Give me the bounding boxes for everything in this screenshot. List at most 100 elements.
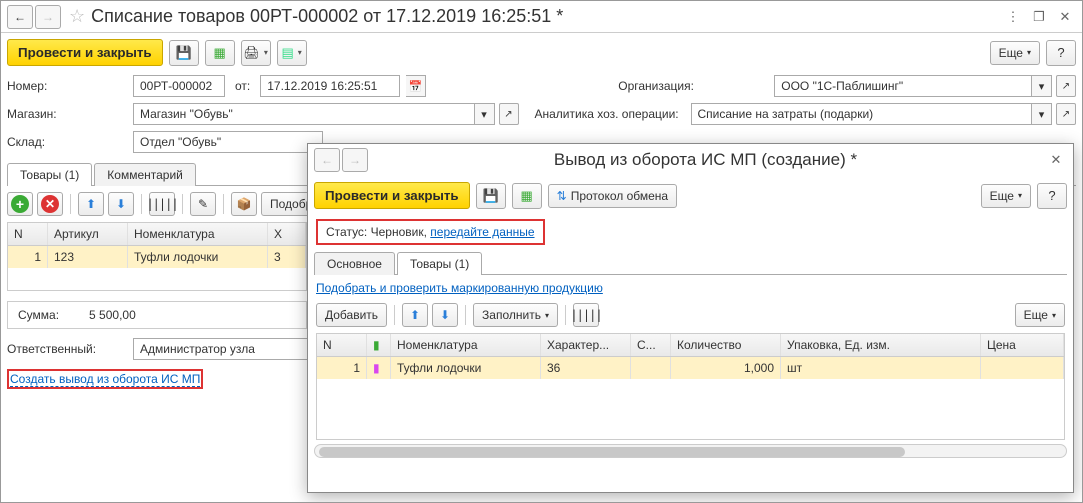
store-field[interactable]: Магазин "Обувь" (133, 103, 475, 125)
sum-label: Сумма: (18, 308, 59, 322)
dcol-s[interactable]: С... (631, 334, 671, 356)
nav-back-button[interactable]: ← (7, 5, 33, 29)
scrollbar-thumb[interactable] (319, 447, 905, 457)
dlg-table: N ▮ Номенклатура Характер... С... Количе… (316, 333, 1065, 440)
h-scrollbar[interactable] (314, 444, 1067, 458)
table-row[interactable]: 1 123 Туфли лодочки 3 (8, 246, 306, 268)
dlg-table-row[interactable]: 1 ▮ Туфли лодочки 36 1,000 шт (317, 357, 1064, 379)
status-row: Статус: Черновик, передайте данные (316, 219, 545, 245)
main-window: ← → ☆ Списание товаров 00РТ-000002 от 17… (0, 0, 1083, 503)
dcol-pack[interactable]: Упаковка, Ед. изм. (781, 334, 981, 356)
analytic-open-button[interactable]: ↗ (1056, 103, 1076, 125)
items-table-header: N Артикул Номенклатура Х (8, 223, 306, 246)
dlg-table-header: N ▮ Номенклатура Характер... С... Количе… (317, 334, 1064, 357)
titlebar: ← → ☆ Списание товаров 00РТ-000002 от 17… (1, 1, 1082, 33)
print-button[interactable]: 🖨 (241, 40, 271, 66)
status-value: Черновик, (371, 225, 427, 239)
mark-cell-icon: ▮ (367, 357, 391, 379)
dlg-post-button[interactable]: ▦ (512, 183, 542, 209)
add-row-button[interactable]: + (7, 192, 33, 216)
help-button[interactable]: ? (1046, 40, 1076, 66)
dlg-more2-button[interactable]: Еще ▾ (1015, 303, 1065, 327)
status-label: Статус: (326, 225, 367, 239)
responsible-field[interactable]: Администратор узла (133, 338, 309, 360)
org-label: Организация: (618, 79, 768, 93)
items-table: N Артикул Номенклатура Х 1 123 Туфли лод… (7, 222, 307, 291)
create-ismp-link[interactable]: Создать вывод из оборота ИС МП (10, 372, 200, 387)
row-number: Номер: 00РТ-000002 от: 17.12.2019 16:25:… (1, 72, 1082, 100)
tab-goods[interactable]: Товары (1) (7, 163, 92, 186)
dcol-price[interactable]: Цена (981, 334, 1064, 356)
dlg-nav-back[interactable]: ← (314, 148, 340, 172)
kebab-icon[interactable]: ⋮ (1002, 6, 1024, 28)
report-button[interactable]: ▤ (277, 40, 307, 66)
pick-link-row: Подобрать и проверить маркированную прод… (308, 275, 1073, 301)
dialog-close-icon[interactable]: ✕ (1045, 149, 1067, 171)
org-open-button[interactable]: ↗ (1056, 75, 1076, 97)
dlg-move-down[interactable]: ⬇ (432, 303, 458, 327)
save-button[interactable]: 💾 (169, 40, 199, 66)
warehouse-field[interactable]: Отдел "Обувь" (133, 131, 323, 153)
dialog-tabs: Основное Товары (1) (314, 251, 1067, 275)
dlg-save-button[interactable]: 💾 (476, 183, 506, 209)
more-button[interactable]: Еще ▾ (990, 41, 1040, 65)
dcol-n[interactable]: N (317, 334, 367, 356)
dcol-qty[interactable]: Количество (671, 334, 781, 356)
store-label: Магазин: (7, 107, 127, 121)
status-action-link[interactable]: передайте данные (430, 225, 534, 239)
col-nom[interactable]: Номенклатура (128, 223, 268, 245)
dlg-help-button[interactable]: ? (1037, 183, 1067, 209)
responsible-label: Ответственный: (7, 342, 127, 356)
dlg-tab-goods[interactable]: Товары (1) (397, 252, 482, 275)
post-and-close-button[interactable]: Провести и закрыть (7, 39, 163, 66)
dcol-mark-icon[interactable]: ▮ (367, 334, 391, 356)
favorite-icon[interactable]: ☆ (69, 6, 85, 27)
dlg-items-toolbar: Добавить ⬆ ⬇ Заполнить ▾ ||||| Еще ▾ (308, 301, 1073, 329)
main-toolbar: Провести и закрыть 💾 ▦ 🖨 ▤ Еще ▾ ? (1, 33, 1082, 72)
store-open-button[interactable]: ↗ (499, 103, 519, 125)
col-n[interactable]: N (8, 223, 48, 245)
tab-comment[interactable]: Комментарий (94, 163, 196, 186)
folder-button[interactable]: 📦 (231, 192, 257, 216)
dlg-fill-button[interactable]: Заполнить ▾ (473, 303, 558, 327)
post-button[interactable]: ▦ (205, 40, 235, 66)
analytic-dropdown[interactable]: ▾ (1032, 103, 1052, 125)
calendar-icon[interactable]: 📅 (406, 75, 426, 97)
dlg-post-close-button[interactable]: Провести и закрыть (314, 182, 470, 209)
col-art[interactable]: Артикул (48, 223, 128, 245)
org-dropdown[interactable]: ▾ (1032, 75, 1052, 97)
dcol-char[interactable]: Характер... (541, 334, 631, 356)
protocol-button[interactable]: ⇅ Протокол обмена (548, 184, 677, 208)
number-field[interactable]: 00РТ-000002 (133, 75, 225, 97)
date-field[interactable]: 17.12.2019 16:25:51 (260, 75, 400, 97)
dialog-titlebar: ← → Вывод из оборота ИС МП (создание) * … (308, 144, 1073, 176)
detach-icon[interactable]: ❐ (1028, 6, 1050, 28)
edit-button[interactable]: ✎ (190, 192, 216, 216)
nav-fwd-button[interactable]: → (35, 5, 61, 29)
window-title: Списание товаров 00РТ-000002 от 17.12.20… (91, 6, 563, 27)
table-row[interactable] (8, 268, 306, 290)
move-down-button[interactable]: ⬇ (108, 192, 134, 216)
sum-panel: Сумма: 5 500,00 (7, 301, 307, 329)
dcol-nom[interactable]: Номенклатура (391, 334, 541, 356)
sum-value: 5 500,00 (89, 308, 136, 322)
pick-check-link[interactable]: Подобрать и проверить маркированную прод… (316, 281, 603, 295)
from-label: от: (235, 79, 250, 93)
store-dropdown[interactable]: ▾ (475, 103, 495, 125)
exchange-icon: ⇅ (557, 189, 567, 203)
warehouse-label: Склад: (7, 135, 127, 149)
dlg-more-button[interactable]: Еще ▾ (981, 184, 1031, 208)
dlg-tab-main[interactable]: Основное (314, 252, 395, 275)
close-icon[interactable]: ✕ (1054, 6, 1076, 28)
dlg-scan-button[interactable]: ||||| (573, 303, 599, 327)
ismp-dialog: ← → Вывод из оборота ИС МП (создание) * … (307, 143, 1074, 493)
dlg-move-up[interactable]: ⬆ (402, 303, 428, 327)
analytic-field[interactable]: Списание на затраты (подарки) (691, 103, 1033, 125)
scan-button[interactable]: ||||| (149, 192, 175, 216)
org-field[interactable]: ООО "1С-Паблишинг" (774, 75, 1032, 97)
delete-row-button[interactable]: ✕ (37, 192, 63, 216)
dlg-nav-fwd[interactable]: → (342, 148, 368, 172)
col-char[interactable]: Х (268, 223, 306, 245)
dlg-add-button[interactable]: Добавить (316, 303, 387, 327)
move-up-button[interactable]: ⬆ (78, 192, 104, 216)
